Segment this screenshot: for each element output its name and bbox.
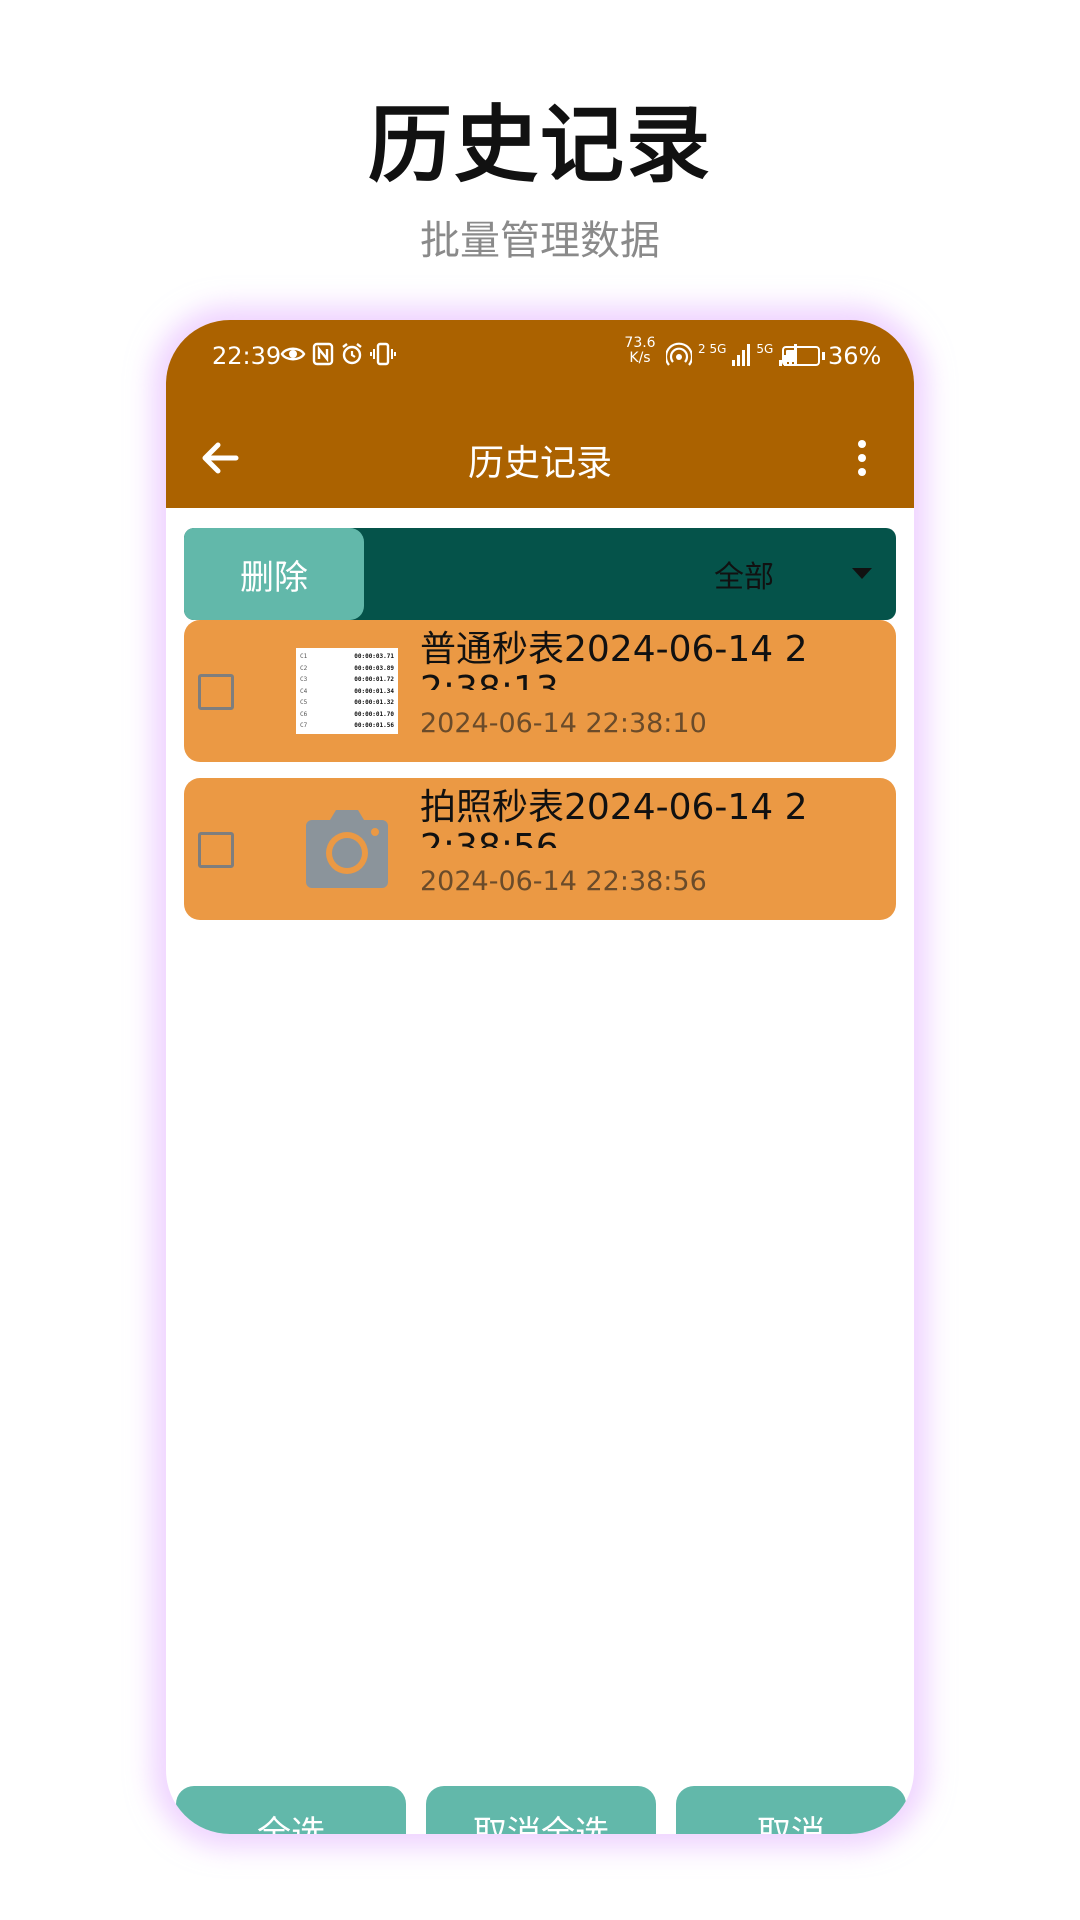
thumb-label: C3 (300, 676, 308, 683)
nfc-icon (312, 342, 334, 366)
dropdown-arrow-icon[interactable] (852, 568, 872, 579)
thumb-value: 00:00:01.56 (354, 722, 394, 729)
thumb-line: C7 00:00:01.56 (300, 721, 394, 730)
network-speed-unit: K/s (629, 350, 651, 366)
thumb-line: C5 00:00:01.32 (300, 698, 394, 707)
record-checkbox[interactable] (198, 832, 234, 868)
thumb-label: C1 (300, 653, 308, 660)
select-all-button[interactable]: 全选 (176, 1786, 406, 1834)
battery-icon (782, 346, 820, 366)
network-speed: 73.6 K/s (620, 336, 660, 366)
record-checkbox[interactable] (198, 674, 234, 710)
thumb-line: C2 00:00:03.89 (300, 664, 394, 673)
cancel-button[interactable]: 取消 (676, 1786, 906, 1834)
bottom-button-bar: 全选 取消全选 取消 (166, 1786, 914, 1834)
signal-label-1: 2 5G (698, 342, 727, 356)
stopwatch-list-thumbnail: C1 00:00:03.71 C2 00:00:03.89 C3 00:00:01.7… (296, 648, 398, 734)
alarm-icon (342, 343, 362, 365)
status-icons-right: 2 5G 5G (666, 342, 798, 368)
filter-bar: 删除 全部 (184, 528, 896, 620)
status-time: 22:39 (212, 342, 282, 370)
thumb-value: 00:00:01.34 (354, 687, 394, 695)
status-bar: 22:39 73.6 K/s 2 5G 5G 36% (166, 320, 914, 408)
vibrate-icon (370, 342, 396, 366)
promo-title: 历史记录 (367, 96, 712, 194)
record-title: 普通秒表2024-06-14 22:38:13 (420, 630, 808, 690)
battery-percent: 36% (828, 342, 882, 370)
thumb-value: 00:00:03.89 (354, 664, 394, 672)
signal-icon-1 (732, 344, 751, 366)
thumb-label: C2 (300, 664, 308, 672)
thumb-value: 00:00:01.70 (354, 710, 394, 718)
thumb-line: C3 00:00:01.72 (300, 675, 394, 684)
hotspot-icon (666, 342, 692, 366)
thumb-label: C5 (300, 699, 308, 706)
record-item[interactable]: 拍照秒表2024-06-14 22:38:56 2024-06-14 22:38… (184, 778, 896, 920)
deselect-all-button[interactable]: 取消全选 (426, 1786, 656, 1834)
record-time: 2024-06-14 22:38:56 (420, 866, 707, 897)
thumb-line: C4 00:00:01.34 (300, 687, 394, 696)
battery-tip (822, 352, 825, 360)
thumb-value: 00:00:01.72 (354, 676, 394, 683)
thumb-line: C1 00:00:03.71 (300, 652, 394, 661)
thumb-label: C4 (300, 687, 308, 695)
filter-dropdown[interactable]: 全部 (714, 528, 774, 620)
record-title: 拍照秒表2024-06-14 22:38:56 (420, 788, 808, 848)
thumb-value: 00:00:01.32 (354, 699, 394, 706)
delete-button[interactable]: 删除 (184, 528, 364, 620)
record-time: 2024-06-14 22:38:10 (420, 708, 707, 739)
thumb-label: C7 (300, 722, 308, 729)
record-list: C1 00:00:03.71 C2 00:00:03.89 C3 00:00:01.7… (184, 620, 896, 936)
camera-icon (306, 810, 388, 888)
record-item[interactable]: C1 00:00:03.71 C2 00:00:03.89 C3 00:00:01.7… (184, 620, 896, 762)
eye-icon (280, 347, 306, 361)
thumb-label: C6 (300, 710, 308, 718)
status-icons-left (280, 342, 396, 366)
promo-subtitle: 批量管理数据 (420, 218, 660, 264)
thumb-line: C6 00:00:01.70 (300, 710, 394, 719)
app-bar-title: 历史记录 (467, 443, 612, 484)
more-vertical-icon[interactable] (854, 438, 870, 478)
thumb-value: 00:00:03.71 (354, 653, 394, 660)
battery-fill (786, 350, 797, 362)
app-bar: 历史记录 (166, 408, 914, 508)
signal-label-2: 5G (756, 342, 774, 356)
network-speed-value: 73.6 (624, 335, 656, 351)
phone-frame: 22:39 73.6 K/s 2 5G 5G 36% 历史记录 删除 全部 C1… (166, 320, 914, 1834)
